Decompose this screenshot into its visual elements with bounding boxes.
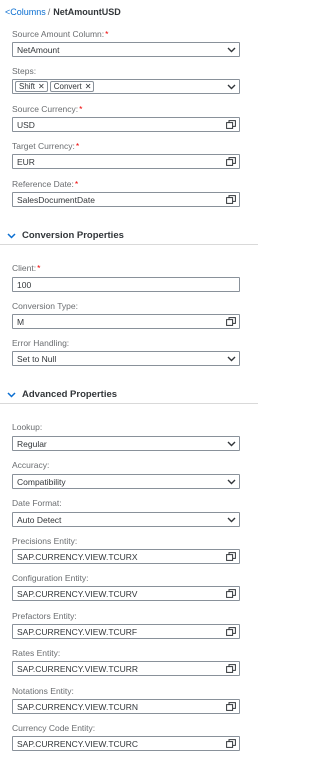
- chevron-down-icon[interactable]: [223, 475, 239, 488]
- reference-date-value: SalesDocumentDate: [17, 194, 95, 205]
- date-format-select[interactable]: Auto Detect: [12, 512, 240, 527]
- source-amount-column-select[interactable]: NetAmount: [12, 42, 240, 57]
- close-icon[interactable]: ✕: [85, 82, 92, 91]
- date-format-label: Date Format:: [12, 498, 62, 508]
- required-marker: *: [79, 104, 83, 114]
- source-currency-label: Source Currency:*: [12, 104, 82, 114]
- currency-code-entity-label: Currency Code Entity:: [12, 723, 96, 733]
- conversion-type-value: M: [17, 316, 25, 327]
- breadcrumb: <Columns / NetAmountUSD: [5, 6, 121, 18]
- prefactors-entity-value: SAP.CURRENCY.VIEW.TCURF: [17, 626, 138, 637]
- breadcrumb-separator: /: [47, 7, 51, 17]
- required-marker: *: [74, 179, 79, 189]
- accuracy-value: Compatibility: [17, 476, 66, 487]
- lookup-select[interactable]: Regular: [12, 436, 240, 451]
- accuracy-label: Accuracy:: [12, 460, 50, 470]
- precisions-entity-label: Precisions Entity:: [12, 536, 78, 546]
- rates-entity-value: SAP.CURRENCY.VIEW.TCURR: [17, 663, 139, 674]
- value-help-icon[interactable]: [223, 700, 239, 713]
- source-amount-column-label: Source Amount Column:*: [12, 29, 108, 39]
- notations-entity-value: SAP.CURRENCY.VIEW.TCURN: [17, 701, 139, 712]
- conversion-type-label: Conversion Type:: [12, 301, 78, 311]
- value-help-icon[interactable]: [223, 737, 239, 750]
- value-help-icon[interactable]: [223, 662, 239, 675]
- configuration-entity-label: Configuration Entity:: [12, 573, 89, 583]
- lookup-label: Lookup:: [12, 422, 43, 432]
- prefactors-entity-label: Prefactors Entity:: [12, 611, 77, 621]
- client-value: 100: [17, 279, 32, 290]
- required-marker: *: [75, 141, 80, 151]
- precisions-entity-value: SAP.CURRENCY.VIEW.TCURX: [17, 551, 138, 562]
- currency-code-entity-input[interactable]: SAP.CURRENCY.VIEW.TCURC: [12, 736, 240, 751]
- error-handling-value: Set to Null: [17, 353, 57, 364]
- value-help-icon[interactable]: [223, 155, 239, 168]
- steps-multicombo[interactable]: Shift ✕ Convert ✕: [12, 79, 240, 94]
- required-marker: *: [37, 263, 41, 273]
- rates-entity-input[interactable]: SAP.CURRENCY.VIEW.TCURR: [12, 661, 240, 676]
- conversion-type-input[interactable]: M: [12, 314, 240, 329]
- notations-entity-input[interactable]: SAP.CURRENCY.VIEW.TCURN: [12, 699, 240, 714]
- chevron-down-icon[interactable]: [223, 437, 239, 450]
- label-text: Client:: [12, 263, 37, 273]
- chevron-down-icon[interactable]: [223, 352, 239, 365]
- breadcrumb-current: NetAmountUSD: [53, 7, 121, 17]
- step-token[interactable]: Shift ✕: [15, 81, 48, 92]
- chevron-down-icon[interactable]: [0, 232, 22, 239]
- value-help-icon[interactable]: [223, 315, 239, 328]
- configuration-entity-value: SAP.CURRENCY.VIEW.TCURV: [17, 588, 138, 599]
- advanced-properties-header[interactable]: Advanced Properties: [0, 386, 258, 404]
- chevron-down-icon[interactable]: [223, 43, 239, 56]
- source-currency-input[interactable]: USD: [12, 117, 240, 132]
- error-handling-label: Error Handling:: [12, 338, 70, 348]
- target-currency-label: Target Currency:*: [12, 141, 79, 151]
- date-format-value: Auto Detect: [17, 514, 62, 525]
- error-handling-select[interactable]: Set to Null: [12, 351, 240, 366]
- steps-label: Steps:: [12, 66, 37, 76]
- currency-code-entity-value: SAP.CURRENCY.VIEW.TCURC: [17, 738, 139, 749]
- reference-date-label: Reference Date:*: [12, 179, 78, 189]
- chevron-down-icon[interactable]: [223, 80, 239, 93]
- source-amount-column-value: NetAmount: [17, 44, 60, 55]
- label-text: Reference Date:: [12, 179, 74, 189]
- label-text: Source Amount Column:: [12, 29, 105, 39]
- lookup-value: Regular: [17, 438, 47, 449]
- conversion-properties-title: Conversion Properties: [22, 230, 124, 241]
- chevron-down-icon[interactable]: [0, 391, 22, 398]
- step-token-label: Shift: [19, 82, 36, 91]
- prefactors-entity-input[interactable]: SAP.CURRENCY.VIEW.TCURF: [12, 624, 240, 639]
- configuration-entity-input[interactable]: SAP.CURRENCY.VIEW.TCURV: [12, 586, 240, 601]
- label-text: Source Currency:: [12, 104, 79, 114]
- steps-tokens: Shift ✕ Convert ✕: [13, 81, 223, 92]
- chevron-down-icon[interactable]: [223, 513, 239, 526]
- value-help-icon[interactable]: [223, 550, 239, 563]
- rates-entity-label: Rates Entity:: [12, 648, 61, 658]
- notations-entity-label: Notations Entity:: [12, 686, 74, 696]
- label-text: Target Currency:: [12, 141, 75, 151]
- breadcrumb-columns-link[interactable]: <Columns: [5, 7, 46, 17]
- value-help-icon[interactable]: [223, 118, 239, 131]
- target-currency-value: EUR: [17, 156, 35, 167]
- precisions-entity-input[interactable]: SAP.CURRENCY.VIEW.TCURX: [12, 549, 240, 564]
- reference-date-input[interactable]: SalesDocumentDate: [12, 192, 240, 207]
- client-input[interactable]: 100: [12, 277, 240, 292]
- value-help-icon[interactable]: [223, 587, 239, 600]
- required-marker: *: [105, 29, 109, 39]
- advanced-properties-title: Advanced Properties: [22, 389, 118, 400]
- conversion-properties-header[interactable]: Conversion Properties: [0, 227, 258, 245]
- step-token-label: Convert: [53, 82, 82, 91]
- value-help-icon[interactable]: [223, 625, 239, 638]
- client-label: Client:*: [12, 263, 40, 273]
- source-currency-value: USD: [17, 119, 35, 130]
- accuracy-select[interactable]: Compatibility: [12, 474, 240, 489]
- target-currency-input[interactable]: EUR: [12, 154, 240, 169]
- close-icon[interactable]: ✕: [38, 82, 45, 91]
- value-help-icon[interactable]: [223, 193, 239, 206]
- step-token[interactable]: Convert ✕: [49, 81, 95, 92]
